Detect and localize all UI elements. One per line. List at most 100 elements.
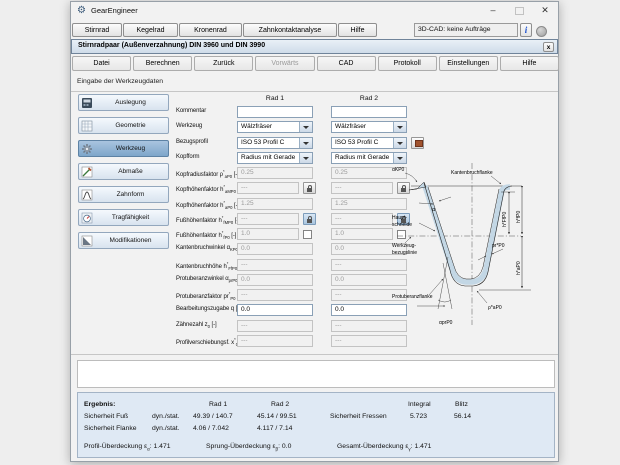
chevron-down-icon[interactable] bbox=[299, 153, 312, 163]
chevron-down-icon[interactable] bbox=[393, 138, 406, 148]
sidebar-item-label: Werkzeug bbox=[93, 145, 168, 152]
status-indicator-dot bbox=[536, 26, 547, 37]
sidebar-item-modifikationen[interactable]: Modifikationen bbox=[78, 232, 169, 249]
field-rad1-row12: --- bbox=[237, 289, 313, 301]
lock-icon bbox=[307, 188, 312, 192]
diagram-label-hauptschneide-2: schneide bbox=[392, 222, 412, 228]
diagram-label-protuberanzflanke: Protuberanzflanke bbox=[392, 294, 433, 300]
result-flanke-rad1: 4.06 / 7.042 bbox=[193, 425, 229, 432]
sidebar-item-label: Geometrie bbox=[93, 122, 168, 129]
dropdown-rad2-row2[interactable]: ISO 53 Profil C bbox=[331, 137, 407, 149]
menu-tab-hilfe[interactable]: Hilfe bbox=[338, 23, 377, 37]
overlap-gesamt: Gesamt-Überdeckung εγ: 1.471 bbox=[337, 443, 431, 451]
column-header-rad2: Rad 2 bbox=[331, 95, 407, 102]
chevron-down-icon[interactable] bbox=[393, 122, 406, 132]
diagram-label-bezugslinie-1: Werkzeug- bbox=[392, 243, 416, 249]
form-label-8: Fußhöhenfaktor h*fP0 [-] bbox=[176, 230, 238, 240]
toolbar-button-cad[interactable]: CAD bbox=[317, 56, 376, 71]
menu-tab-kronenrad[interactable]: Kronenrad bbox=[179, 23, 242, 37]
form-label-14: Zähnezahl z0 [-] bbox=[176, 322, 238, 329]
form-label-4: Kopfradiusfaktor ρ*aP0 [-] bbox=[176, 169, 238, 179]
sidebar-item-tragfähigkeit[interactable]: Tragfähigkeit bbox=[78, 209, 169, 226]
form-label-1: Werkzeug bbox=[176, 123, 238, 129]
minimize-button[interactable]: – bbox=[480, 2, 506, 19]
diagram-label-alpha-prp0: αprP0 bbox=[439, 320, 453, 326]
toolbar-button-datei[interactable]: Datei bbox=[72, 56, 131, 71]
tool-profile-diagram: αKP0 Kantenbruchflanke α Haupt- schneide… bbox=[391, 157, 561, 335]
field-rad1-row8: 1.0 bbox=[237, 228, 299, 240]
diagram-label-pr-p0: pr*P0 bbox=[492, 243, 505, 249]
tragfaehigkeit-icon bbox=[81, 212, 93, 224]
diagram-label-h-ffp0: h*FfP0 bbox=[502, 211, 508, 227]
field-rad1-row15: --- bbox=[237, 335, 313, 347]
dropdown-rad1-row3[interactable]: Radius mit Gerade bbox=[237, 152, 313, 164]
menu-tab-stirnrad[interactable]: Stirnrad bbox=[72, 23, 122, 37]
results-col-rad1: Rad 1 bbox=[209, 401, 227, 408]
dropdown-value: Wälzfräser bbox=[238, 122, 299, 132]
edit-profile-button[interactable] bbox=[411, 137, 424, 149]
werkzeug-icon bbox=[81, 143, 93, 155]
document-close-icon[interactable]: x bbox=[543, 42, 554, 52]
toolbar: DateiBerechnenZurückVorwärtsCADProtokoll… bbox=[72, 56, 559, 73]
dropdown-rad1-row2[interactable]: ISO 53 Profil C bbox=[237, 137, 313, 149]
sidebar-item-geometrie[interactable]: Geometrie bbox=[78, 117, 169, 134]
dropdown-rad2-row1[interactable]: Wälzfräser bbox=[331, 121, 407, 133]
field-rad2-row8: 1.0 bbox=[331, 228, 393, 240]
result-row-label: Sicherheit Flanke bbox=[84, 425, 137, 432]
sidebar-item-zahnform[interactable]: Zahnform bbox=[78, 186, 169, 203]
form-label-15: Profilverschiebungsf. x*0 [-] bbox=[176, 337, 238, 347]
sidebar-item-label: Modifikationen bbox=[93, 237, 168, 244]
close-button[interactable]: ✕ bbox=[532, 2, 558, 19]
field-rad1-row0[interactable] bbox=[237, 106, 313, 118]
result-fressen-integral: 5.723 bbox=[410, 413, 427, 420]
lock-button-rad1-row5[interactable] bbox=[303, 182, 316, 194]
sidebar-item-label: Zahnform bbox=[93, 191, 168, 198]
toolbar-button-protokoll[interactable]: Protokoll bbox=[378, 56, 437, 71]
chevron-down-icon[interactable] bbox=[299, 122, 312, 132]
toolbar-button-hilfe[interactable]: Hilfe bbox=[500, 56, 559, 71]
form-label-9: Kantenbruchwinkel αKP0 [°] bbox=[176, 245, 238, 252]
menu-tab-kegelrad[interactable]: Kegelrad bbox=[123, 23, 178, 37]
sidebar-item-label: Tragfähigkeit bbox=[93, 214, 168, 221]
sidebar-item-abmaße[interactable]: Abmaße bbox=[78, 163, 169, 180]
diagram-label-h-fp0: h*fP0 bbox=[516, 211, 522, 223]
lock-button-rad1-row7[interactable] bbox=[303, 213, 316, 225]
form-label-3: Kopfform bbox=[176, 154, 238, 160]
abmasse-icon bbox=[81, 166, 93, 178]
field-rad1-row6: 1.25 bbox=[237, 198, 313, 210]
toolbar-button-zurück[interactable]: Zurück bbox=[194, 56, 253, 71]
form-label-0: Kommentar bbox=[176, 108, 238, 114]
info-button[interactable]: i bbox=[520, 23, 532, 37]
diagram-label-h-ap0: h*aP0 bbox=[516, 261, 522, 275]
results-panel: Ergebnis: Rad 1 Rad 2 Integral Blitz Sic… bbox=[77, 392, 555, 458]
field-rad1-row13[interactable]: 0.0 bbox=[237, 304, 313, 316]
sidebar-item-werkzeug[interactable]: Werkzeug bbox=[78, 140, 169, 157]
field-rad1-row11: 0.0 bbox=[237, 274, 313, 286]
field-rad2-row7: --- bbox=[331, 213, 393, 225]
field-rad1-row4: 0.25 bbox=[237, 167, 313, 179]
toolbar-button-berechnen[interactable]: Berechnen bbox=[133, 56, 192, 71]
zahnform-icon bbox=[81, 189, 93, 201]
form-label-7: Fußhöhenfaktor h*fMP0 [-] bbox=[176, 215, 238, 225]
results-col-blitz: Blitz bbox=[455, 401, 468, 408]
menu-tab-zahnkontaktanalyse[interactable]: Zahnkontaktanalyse bbox=[243, 23, 337, 37]
diagram-label-bezugslinie-2: bezugslinie bbox=[392, 250, 417, 256]
dropdown-value: ISO 53 Profil C bbox=[332, 138, 393, 148]
diagram-label-kantenbruchflanke: Kantenbruchflanke bbox=[451, 170, 493, 176]
sidebar-item-auslegung[interactable]: Auslegung bbox=[78, 94, 169, 111]
chevron-down-icon[interactable] bbox=[299, 138, 312, 148]
results-col-integral: Integral bbox=[408, 401, 431, 408]
dropdown-value: ISO 53 Profil C bbox=[238, 138, 299, 148]
auslegung-icon bbox=[81, 97, 93, 109]
checkbox-rad1-row8[interactable] bbox=[303, 230, 312, 239]
dropdown-rad1-row1[interactable]: Wälzfräser bbox=[237, 121, 313, 133]
field-rad2-row0[interactable] bbox=[331, 106, 407, 118]
result-fuss-rad1: 49.39 / 140.7 bbox=[193, 413, 233, 420]
field-rad2-row5: --- bbox=[331, 182, 393, 194]
toolbar-button-einstellungen[interactable]: Einstellungen bbox=[439, 56, 498, 71]
field-rad1-row10: --- bbox=[237, 259, 313, 271]
maximize-button[interactable] bbox=[506, 2, 532, 19]
field-rad1-row9: 0.0 bbox=[237, 243, 313, 255]
diagram-label-rho-ap0: ρ*aP0 bbox=[488, 305, 502, 311]
results-col-rad2: Rad 2 bbox=[271, 401, 289, 408]
